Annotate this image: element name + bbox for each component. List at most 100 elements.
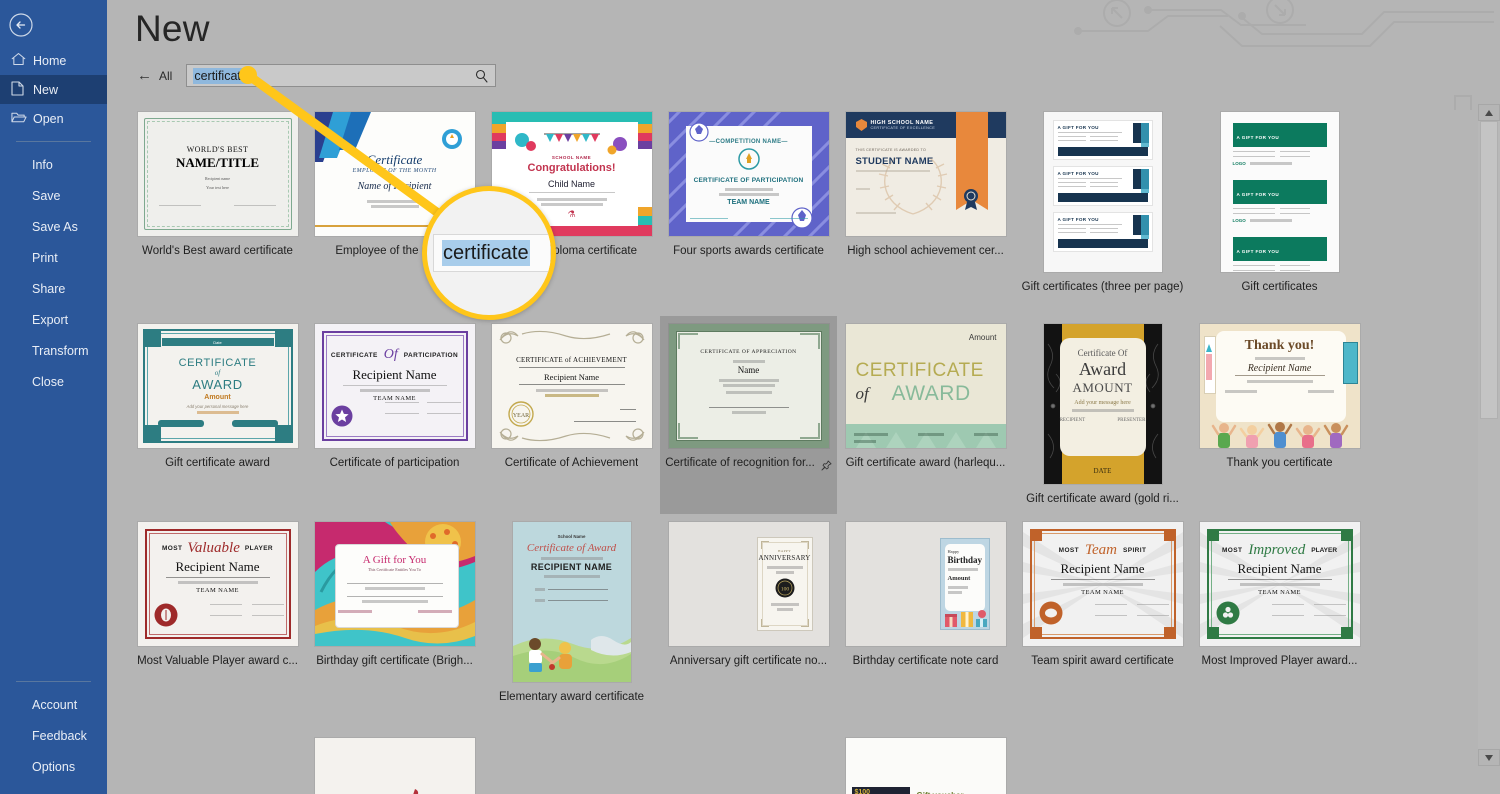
template-thumbnail: A Gift for You This Certificate Entitles…	[314, 522, 475, 646]
scrollbar-thumb[interactable]	[1480, 121, 1498, 419]
magnified-callout: certificate	[422, 186, 556, 320]
thumb-text: Recipient Name	[544, 372, 599, 382]
template-thumbnail: MOST Improved PLAYER Recipient Name TEAM…	[1199, 522, 1360, 646]
scrollbar-track[interactable]	[1478, 121, 1500, 749]
template-tile[interactable]: Amount CERTIFICATE of AWARD Gift certifi…	[837, 316, 1014, 514]
page-title: New	[135, 8, 210, 49]
thumb-text: Recipient Name	[1237, 561, 1322, 576]
thumb-text: Add your personal message here	[186, 404, 249, 409]
thumb-text: Amount	[204, 394, 231, 401]
template-tile[interactable]: CERTIFICATE Of PARTICIPATION Recipient N…	[306, 316, 483, 514]
template-name: Certificate of Achievement	[504, 457, 639, 469]
thumb-text: Congratulations!	[527, 162, 616, 174]
sidebar-item-label: Open	[33, 111, 64, 126]
back-to-all-label: All	[159, 68, 173, 83]
template-name: Four sports awards certificate	[673, 245, 824, 257]
template-tile[interactable]: Date CERTIFICATE of AWARD Amount Add you…	[129, 316, 306, 514]
thumb-text: Team	[1085, 542, 1117, 558]
template-tile[interactable]: $100 Gift voucher	[837, 730, 1014, 794]
template-row: Date CERTIFICATE of AWARD Amount Add you…	[107, 316, 1478, 514]
back-to-all-button[interactable]: ← All	[137, 68, 172, 83]
new-document-icon	[11, 80, 33, 99]
sidebar-item-transform[interactable]: Transform	[0, 335, 107, 366]
left-arrow-icon: ←	[137, 67, 152, 84]
magnified-search-box: certificate	[433, 234, 551, 272]
thumb-text: PLAYER	[244, 545, 274, 552]
sidebar-item-open[interactable]: Open	[0, 104, 107, 133]
scroll-down-arrow-icon[interactable]	[1478, 749, 1500, 766]
sidebar-item-print[interactable]: Print	[0, 242, 107, 273]
template-name: Elementary award certificate	[498, 691, 645, 703]
template-name: Gift certificate award (gold ri...	[1026, 493, 1179, 505]
back-arrow-icon[interactable]	[8, 12, 34, 38]
template-tile[interactable]: Certificate Of Award AMOUNT Add your mes…	[1014, 316, 1191, 514]
template-tile[interactable]: MOST Team SPIRIT Recipient Name TEAM NAM…	[1014, 514, 1191, 722]
thumb-text: YEAR	[512, 413, 528, 419]
template-tile[interactable]: —COMPETITION NAME— CERTIFICATE OF PARTIC…	[660, 104, 837, 316]
thumb-text: MOST	[1221, 547, 1243, 554]
template-tile[interactable]: Thank you! Recipient Name Thank you cert…	[1191, 316, 1368, 514]
sidebar-item-save-as[interactable]: Save As	[0, 211, 107, 242]
sidebar-item-label: Options	[32, 759, 76, 774]
template-tile[interactable]: HAPPY ANNIVERSARY 100 Anniversary gift c…	[660, 514, 837, 722]
thumb-text: $100	[854, 789, 871, 794]
search-row: ← All certificate	[137, 64, 497, 88]
scroll-up-arrow-icon[interactable]	[1478, 104, 1500, 121]
sidebar-item-new[interactable]: New	[0, 75, 107, 104]
template-tile[interactable]: School Name Certificate of Award RECIPIE…	[483, 514, 660, 722]
template-thumbnail: Thank you! Recipient Name	[1199, 324, 1360, 448]
sidebar-item-info[interactable]: Info	[0, 149, 107, 180]
thumb-text: This Certificate Entitles You To	[367, 567, 422, 572]
template-tile[interactable]: Happy Birthday Amount Birthday certifica…	[837, 514, 1014, 722]
template-thumbnail: —COMPETITION NAME— CERTIFICATE OF PARTIC…	[668, 112, 829, 236]
thumb-text: TEAM NAME	[1258, 589, 1301, 596]
sidebar-item-feedback[interactable]: Feedback	[0, 720, 107, 751]
thumb-text: —COMPETITION NAME—	[709, 139, 788, 145]
thumb-text: Improved	[1248, 542, 1306, 558]
sidebar-item-share[interactable]: Share	[0, 273, 107, 304]
template-tile[interactable]: CERTIFICATE OF APPRECIATION Name Certifi…	[660, 316, 837, 514]
template-thumbnail: A GIFT FOR YOU LOGO A GIFT FOR YOU LOGO	[1220, 112, 1339, 272]
template-tile[interactable]: Gift certificate:	[306, 730, 483, 794]
thumb-text: A GIFT FOR YOU	[1236, 249, 1280, 254]
template-gallery[interactable]: WORLD'S BEST NAME/TITLE Recipient name Y…	[107, 104, 1478, 794]
thumb-text: EMPLOYEE OF THE MONTH	[352, 168, 437, 174]
template-tile[interactable]: A GIFT FOR YOU LOGO A GIFT FOR YOU LOGO	[1191, 104, 1368, 316]
template-name: Team spirit award certificate	[1031, 655, 1174, 667]
template-row: Gift certificate: $100 Gift voucher	[107, 722, 1478, 794]
template-thumbnail: WORLD'S BEST NAME/TITLE Recipient name Y…	[137, 112, 298, 236]
gallery-scrollbar[interactable]	[1478, 104, 1500, 766]
sidebar-item-label: New	[33, 82, 59, 97]
template-thumbnail: Happy Birthday Amount	[845, 522, 1006, 646]
thumb-text: PARTICIPATION	[403, 351, 459, 359]
search-input[interactable]: certificate	[186, 64, 497, 88]
sidebar-item-export[interactable]: Export	[0, 304, 107, 335]
sidebar-item-account[interactable]: Account	[0, 689, 107, 720]
sidebar-item-save[interactable]: Save	[0, 180, 107, 211]
template-tile[interactable]: WORLD'S BEST NAME/TITLE Recipient name Y…	[129, 104, 306, 316]
thumb-text: SPIRIT	[1123, 547, 1147, 554]
template-thumbnail: HAPPY ANNIVERSARY 100	[668, 522, 829, 646]
thumb-text: Date	[213, 339, 222, 345]
thumb-text: Certificate of Award	[526, 542, 617, 554]
thumb-text: of	[855, 384, 869, 403]
thumb-text: CERTIFICATE	[330, 351, 378, 359]
template-tile[interactable]: HIGH SCHOOL NAME CERTIFICATE OF EXCELLEN…	[837, 104, 1014, 316]
thumb-text: Recipient Name	[175, 559, 260, 574]
template-tile[interactable]: MOST Improved PLAYER Recipient Name TEAM…	[1191, 514, 1368, 722]
template-thumbnail: A GIFT FOR YOU A GIFT FOR YOU A GIFT FOR…	[1043, 112, 1162, 272]
template-tile[interactable]: MOST Valuable PLAYER Recipient Name TEAM…	[129, 514, 306, 722]
sidebar-divider-top	[16, 141, 91, 142]
thumb-text: Amount	[947, 575, 971, 582]
pin-icon[interactable]	[821, 458, 832, 470]
template-thumbnail: CERTIFICATE of ACHIEVEMENT Recipient Nam…	[491, 324, 652, 448]
template-tile[interactable]: CERTIFICATE of ACHIEVEMENT Recipient Nam…	[483, 316, 660, 514]
thumb-text: TEAM NAME	[373, 395, 416, 402]
sidebar-item-home[interactable]: Home	[0, 46, 107, 75]
template-tile[interactable]: A Gift for You This Certificate Entitles…	[306, 514, 483, 722]
thumb-text: TEAM NAME	[727, 199, 770, 206]
sidebar-item-options[interactable]: Options	[0, 751, 107, 782]
sidebar-item-close[interactable]: Close	[0, 366, 107, 397]
template-tile[interactable]: A GIFT FOR YOU A GIFT FOR YOU A GIFT FOR…	[1014, 104, 1191, 316]
search-magnifier-icon[interactable]	[475, 69, 488, 88]
